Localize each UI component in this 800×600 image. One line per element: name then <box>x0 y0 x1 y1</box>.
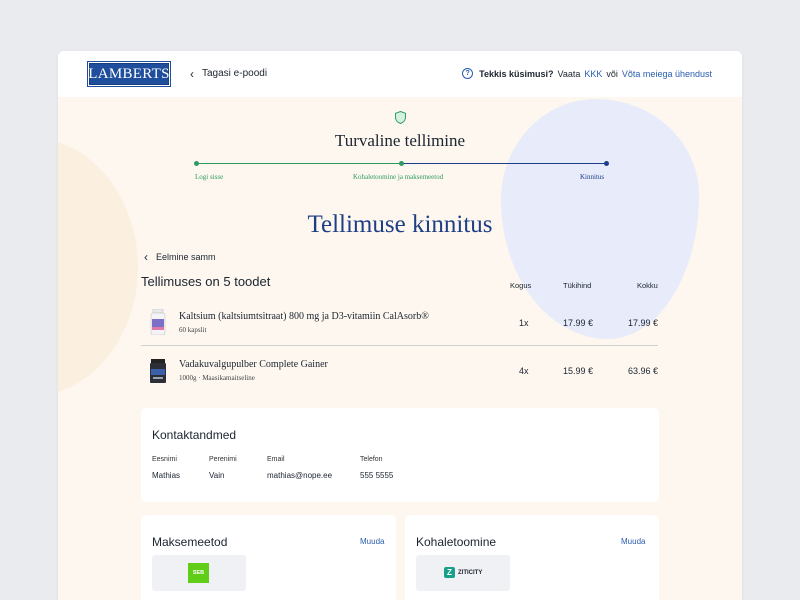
item-total: 17.99 € <box>627 318 658 328</box>
item-variant: 1000g · Maasikamaitseline <box>179 374 255 382</box>
last-name-label: Perenimi <box>209 456 237 463</box>
lamberts-logo[interactable]: LAMBERTS <box>87 61 171 87</box>
step-dot-login <box>194 161 199 166</box>
item-name[interactable]: Kaltsium (kaltsiumtsitraat) 800 mg ja D3… <box>179 311 429 322</box>
tub-icon <box>150 359 166 383</box>
ziticity-label: ZITICITY <box>458 569 483 576</box>
item-name[interactable]: Vadakuvalgupulber Complete Gainer <box>179 359 328 370</box>
phone-label: Telefon <box>360 456 383 463</box>
help-bar: ? Tekkis küsimusi? Vaata KKK või Võta me… <box>462 68 712 79</box>
checkout-card: LAMBERTS ‹ Tagasi e-poodi ? Tekkis küsim… <box>58 51 742 600</box>
email-value: mathias@nope.ee <box>267 471 333 480</box>
step-label-confirm: Kinnitus <box>580 173 605 181</box>
help-icon: ? <box>462 68 474 79</box>
chevron-left-icon: ‹ <box>144 250 148 264</box>
bottle-icon <box>150 309 166 335</box>
shipping-edit-link[interactable]: Muuda <box>621 537 645 546</box>
column-qty: Kogus <box>510 281 532 290</box>
order-heading: Tellimuses on 5 toodet <box>141 274 271 289</box>
step-label-login[interactable]: Logi sisse <box>195 173 223 181</box>
step-dot-delivery <box>399 161 404 166</box>
ziticity-logo: Z ZITICITY <box>444 567 482 578</box>
item-divider <box>141 345 658 346</box>
item-variant: 60 kapslit <box>179 326 207 334</box>
item-unit-price: 17.99 € <box>563 318 594 328</box>
stepper-line-current <box>401 163 606 164</box>
shipping-title: Kohaletoomine <box>416 535 497 549</box>
seb-logo: SEB <box>188 563 209 583</box>
item-unit-price: 15.99 € <box>563 366 594 376</box>
first-name-label: Eesnimi <box>152 456 177 463</box>
email-label: Email <box>267 456 285 463</box>
ziticity-mark-icon: Z <box>444 567 455 578</box>
faq-link[interactable]: KKK <box>584 69 602 79</box>
contact-details-panel: Kontaktandmed Eesnimi Mathias Perenimi V… <box>141 408 659 502</box>
payment-title: Maksemeetod <box>152 535 228 549</box>
item-total: 63.96 € <box>627 366 658 376</box>
help-see: Vaata <box>557 68 581 79</box>
payment-method-panel: Maksemeetod Muuda SEB <box>141 515 396 600</box>
back-to-shop-link[interactable]: ‹ Tagasi e-poodi <box>190 66 268 81</box>
order-item-row: Vadakuvalgupulber Complete Gainer 1000g … <box>141 353 658 393</box>
contact-us-link[interactable]: Võta meiega ühendust <box>622 69 712 79</box>
contact-title: Kontaktandmed <box>152 428 237 442</box>
back-to-shop-label: Tagasi e-poodi <box>202 68 268 79</box>
help-or: või <box>606 68 618 79</box>
step-label-delivery[interactable]: Kohaletoomine ja maksemeetod <box>353 173 443 181</box>
column-unit-price: Tükihind <box>563 281 592 290</box>
item-qty: 1x <box>519 318 529 328</box>
decor-blob-orange <box>58 137 138 397</box>
previous-step-label: Eelmine samm <box>156 252 216 262</box>
shield-icon <box>395 111 406 124</box>
item-qty: 4x <box>519 366 529 376</box>
shipping-method-panel: Kohaletoomine Muuda Z ZITICITY <box>405 515 659 600</box>
stepper-line-done <box>196 163 401 164</box>
top-bar: LAMBERTS ‹ Tagasi e-poodi ? Tekkis küsim… <box>58 51 742 97</box>
checkout-content: Turvaline tellimine Logi sisse Kohaletoo… <box>58 97 742 600</box>
step-dot-confirm <box>604 161 609 166</box>
payment-edit-link[interactable]: Muuda <box>360 537 384 546</box>
first-name-value: Mathias <box>152 471 181 480</box>
column-total: Kokku <box>637 281 658 290</box>
chevron-left-icon: ‹ <box>190 66 194 81</box>
secure-checkout-title: Turvaline tellimine <box>334 131 466 150</box>
payment-method-option[interactable]: SEB <box>152 555 246 591</box>
last-name-value: Vain <box>209 471 225 480</box>
shipping-method-option[interactable]: Z ZITICITY <box>416 555 510 591</box>
phone-value: 555 5555 <box>360 471 394 480</box>
order-item-row: Kaltsium (kaltsiumtsitraat) 800 mg ja D3… <box>141 305 658 345</box>
page-title: Tellimuse kinnitus <box>307 211 493 238</box>
previous-step-link[interactable]: ‹ Eelmine samm <box>144 250 216 264</box>
checkout-stepper <box>194 161 609 166</box>
help-question: Tekkis küsimusi? <box>479 68 554 79</box>
